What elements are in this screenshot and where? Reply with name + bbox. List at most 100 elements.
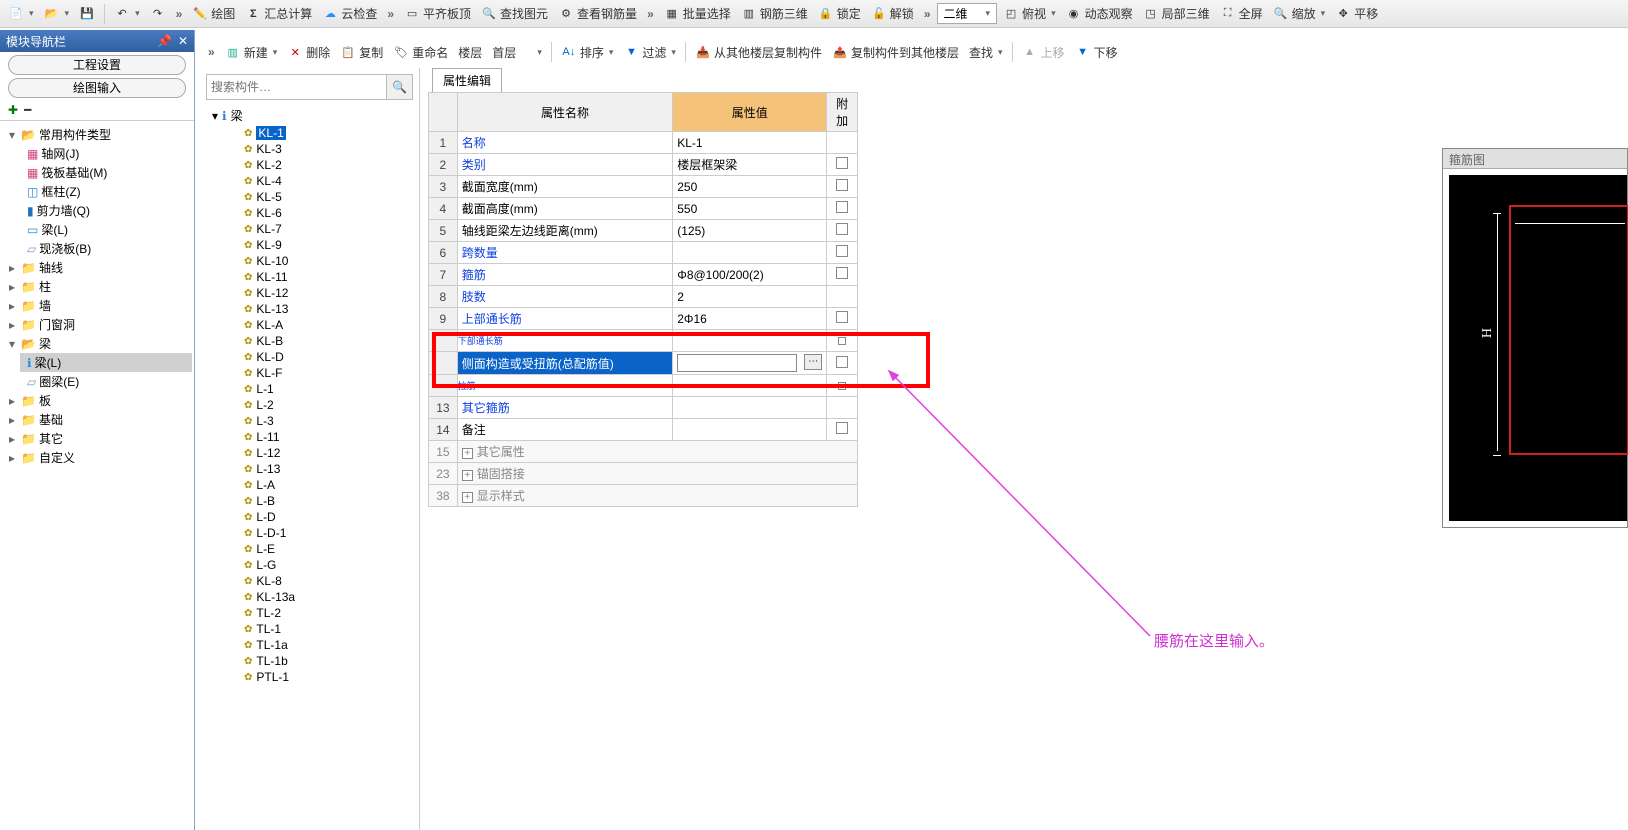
floor-select[interactable]: 首层▾ [488, 42, 546, 63]
component-item[interactable]: ✿KL-10 [238, 253, 415, 269]
checkbox[interactable] [836, 356, 848, 368]
component-item[interactable]: ✿KL-13 [238, 301, 415, 317]
property-row[interactable]: 7箍筋Φ8@100/200(2) [429, 264, 858, 286]
component-item[interactable]: ✿KL-1 [238, 125, 415, 141]
component-item[interactable]: ✿KL-A [238, 317, 415, 333]
component-item[interactable]: ✿KL-B [238, 333, 415, 349]
pan-button[interactable]: ✥平移 [1331, 3, 1382, 24]
fullscreen-button[interactable]: ⛶全屏 [1216, 3, 1267, 24]
close-icon[interactable]: ✕ [178, 34, 188, 48]
component-item[interactable]: ✿L-1 [238, 381, 415, 397]
nav-item[interactable]: ▮剪力墙(Q) [20, 201, 192, 220]
nav-subitem[interactable]: ℹ梁(L) [20, 353, 192, 372]
property-row[interactable]: 3截面宽度(mm)250 [429, 176, 858, 198]
nav-group[interactable]: ▸📁自定义 [2, 448, 192, 467]
checkbox[interactable] [836, 201, 848, 213]
property-row[interactable]: 拉筋 [429, 375, 858, 397]
component-item[interactable]: ✿L-12 [238, 445, 415, 461]
rebar-qty-button[interactable]: ⚙查看钢筋量 [554, 3, 641, 24]
component-item[interactable]: ✿KL-F [238, 365, 415, 381]
orbit-button[interactable]: ◉动态观察 [1062, 3, 1137, 24]
delete-button[interactable]: ✕删除 [283, 42, 334, 63]
tab-draw-input[interactable]: 绘图输入 [8, 78, 186, 98]
copy-to-floor-button[interactable]: 📤复制构件到其他楼层 [828, 42, 963, 63]
property-row[interactable]: 38+显示样式 [429, 485, 858, 507]
component-item[interactable]: ✿KL-7 [238, 221, 415, 237]
component-item[interactable]: ✿KL-12 [238, 285, 415, 301]
filter-button[interactable]: ▼过滤▾ [619, 42, 680, 63]
nav-group[interactable]: ▸📁板 [2, 391, 192, 410]
nav-group[interactable]: ▸📁墙 [2, 296, 192, 315]
batch-select-button[interactable]: ▦批量选择 [660, 3, 735, 24]
new-file-button[interactable]: 📄▾ [4, 4, 38, 24]
nav-item[interactable]: ▭梁(L) [20, 220, 192, 239]
component-item[interactable]: ✿KL-13a [238, 589, 415, 605]
pin-icon[interactable]: 📌 [157, 34, 172, 48]
move-up-button[interactable]: ▲上移 [1018, 42, 1069, 63]
checkbox[interactable] [836, 422, 848, 434]
rename-button[interactable]: 🏷重命名 [389, 42, 452, 63]
search-button[interactable]: 🔍 [387, 74, 413, 100]
nav-subitem[interactable]: ▱圈梁(E) [20, 372, 192, 391]
rebar-cad-view[interactable]: H [1449, 175, 1627, 521]
property-row[interactable]: 2类别楼层框架梁 [429, 154, 858, 176]
property-value[interactable]: (125) [673, 220, 827, 242]
component-item[interactable]: ✿L-A [238, 477, 415, 493]
property-value[interactable]: KL-1 [673, 132, 827, 154]
sum-calc-button[interactable]: Σ汇总计算 [241, 3, 316, 24]
undo-button[interactable]: ↶▾ [110, 4, 144, 24]
component-item[interactable]: ✿L-13 [238, 461, 415, 477]
component-item[interactable]: ✿KL-5 [238, 189, 415, 205]
tab-project-settings[interactable]: 工程设置 [8, 55, 186, 75]
expand-icon[interactable]: + [462, 492, 473, 503]
unlock-button[interactable]: 🔓解锁 [867, 3, 918, 24]
expand-icon[interactable]: + [462, 448, 473, 459]
nav-item[interactable]: ▦筏板基础(M) [20, 163, 192, 182]
zoom-button[interactable]: 🔍缩放▾ [1269, 3, 1330, 24]
component-item[interactable]: ✿L-2 [238, 397, 415, 413]
new-component-button[interactable]: ▥新建▾ [221, 42, 282, 63]
checkbox[interactable] [836, 223, 848, 235]
toolbar-more-1[interactable]: » [172, 7, 187, 21]
property-value[interactable]: 250 [673, 176, 827, 198]
expand-all-icon[interactable]: ✚ [8, 103, 18, 118]
component-item[interactable]: ✿KL-2 [238, 157, 415, 173]
find-element-button[interactable]: 🔍查找图元 [477, 3, 552, 24]
draw-button[interactable]: ✏️绘图 [188, 3, 239, 24]
open-button[interactable]: 📂▾ [40, 4, 74, 24]
checkbox[interactable] [836, 245, 848, 257]
component-item[interactable]: ✿TL-1 [238, 621, 415, 637]
component-item[interactable]: ✿L-B [238, 493, 415, 509]
property-value[interactable]: ⋯ [673, 352, 827, 375]
toolbar-more-2[interactable]: » [383, 7, 398, 21]
component-item[interactable]: ✿KL-4 [238, 173, 415, 189]
component-item[interactable]: ✿L-E [238, 541, 415, 557]
component-item[interactable]: ✿TL-1a [238, 637, 415, 653]
property-value-input[interactable] [677, 354, 797, 372]
property-row[interactable]: 13其它箍筋 [429, 397, 858, 419]
tree-root-beam[interactable]: ▾ℹ梁 [204, 106, 415, 125]
collapse-all-icon[interactable]: ━ [24, 103, 31, 118]
copy-from-floor-button[interactable]: 📥从其他楼层复制构件 [691, 42, 826, 63]
component-item[interactable]: ✿KL-6 [238, 205, 415, 221]
component-item[interactable]: ✿KL-3 [238, 141, 415, 157]
property-value[interactable]: 楼层框架梁 [673, 154, 827, 176]
component-item[interactable]: ✿TL-2 [238, 605, 415, 621]
property-value[interactable]: Φ8@100/200(2) [673, 264, 827, 286]
find-component-button[interactable]: 查找▾ [965, 42, 1007, 63]
property-row[interactable]: 9上部通长筋2Φ16 [429, 308, 858, 330]
property-value[interactable] [673, 397, 827, 419]
property-row[interactable]: 14备注 [429, 419, 858, 441]
component-item[interactable]: ✿KL-11 [238, 269, 415, 285]
tree-common-types[interactable]: ▾📂常用构件类型 [2, 125, 192, 144]
nav-group[interactable]: ▸📁其它 [2, 429, 192, 448]
checkbox[interactable] [836, 157, 848, 169]
property-row[interactable]: 1名称KL-1 [429, 132, 858, 154]
property-row[interactable]: 8肢数2 [429, 286, 858, 308]
component-item[interactable]: ✿L-D [238, 509, 415, 525]
nav-item[interactable]: ▱现浇板(B) [20, 239, 192, 258]
component-item[interactable]: ✿PTL-1 [238, 669, 415, 685]
component-item[interactable]: ✿L-11 [238, 429, 415, 445]
component-item[interactable]: ✿TL-1b [238, 653, 415, 669]
component-item[interactable]: ✿L-D-1 [238, 525, 415, 541]
